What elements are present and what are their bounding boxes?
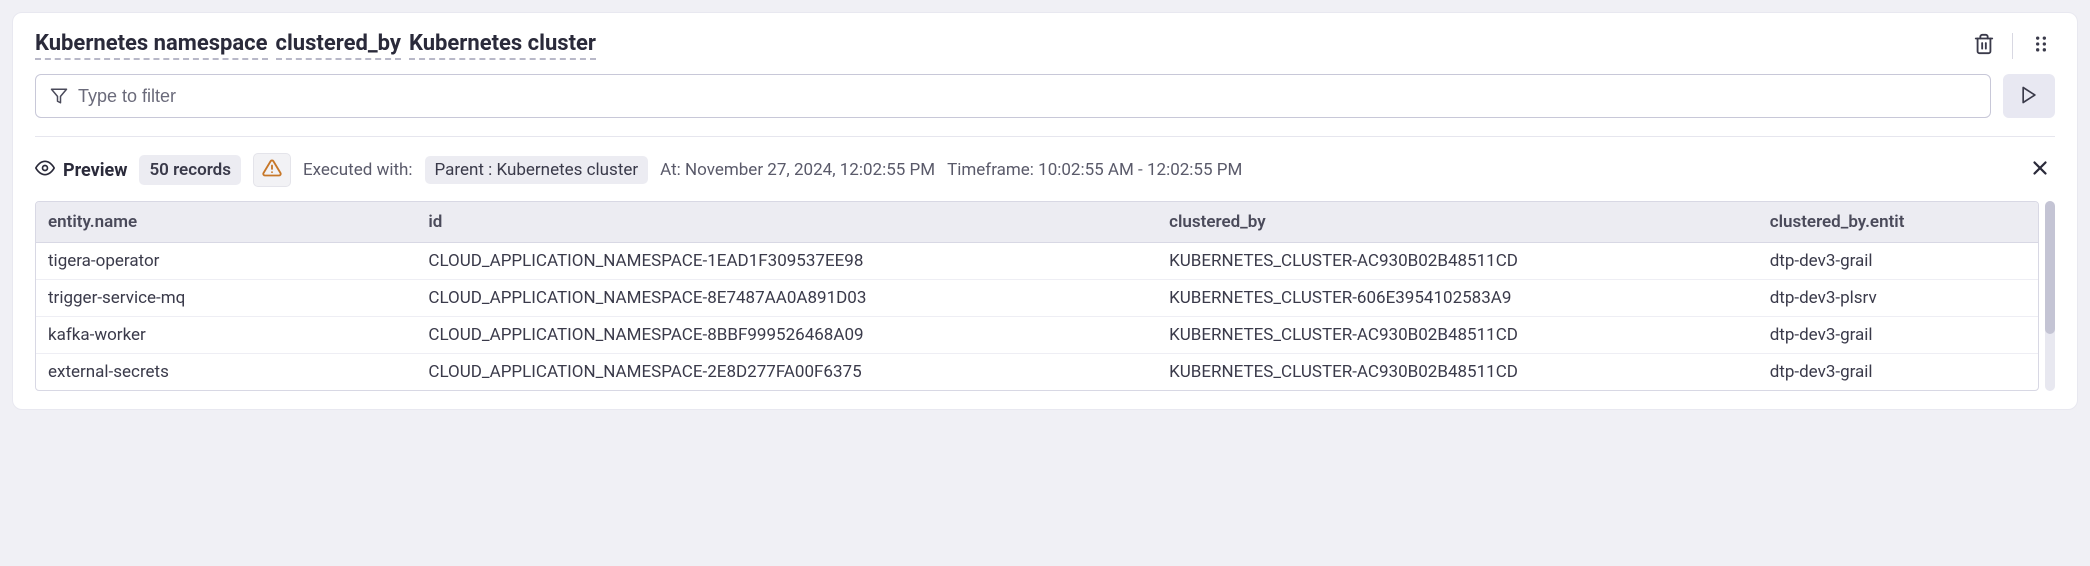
col-header-clustered-by-entity[interactable]: clustered_by.entit bbox=[1758, 202, 2038, 243]
cell-entity: dtp-dev3-grail bbox=[1758, 243, 2038, 280]
col-header-id[interactable]: id bbox=[416, 202, 1157, 243]
cell-id: CLOUD_APPLICATION_NAMESPACE-8E7487AA0A89… bbox=[416, 280, 1157, 317]
table-row[interactable]: external-secrets CLOUD_APPLICATION_NAMES… bbox=[36, 354, 2038, 391]
cell-entity: dtp-dev3-plsrv bbox=[1758, 280, 2038, 317]
preview-label-wrap: Preview bbox=[35, 158, 127, 183]
at-text: At: November 27, 2024, 12:02:55 PM bbox=[660, 160, 935, 180]
cell-entity: dtp-dev3-grail bbox=[1758, 317, 2038, 354]
cell-entity-name: tigera-operator bbox=[36, 243, 416, 280]
eye-icon bbox=[35, 158, 55, 183]
trash-icon bbox=[1973, 33, 1995, 59]
executed-with-label: Executed with: bbox=[303, 160, 413, 180]
col-header-entity-name[interactable]: entity.name bbox=[36, 202, 416, 243]
preview-row: Preview 50 records Executed with: Parent… bbox=[35, 153, 2055, 187]
filter-input-wrap[interactable] bbox=[35, 74, 1991, 118]
cell-entity-name: external-secrets bbox=[36, 354, 416, 391]
more-options-button[interactable] bbox=[2027, 32, 2055, 60]
title-segment-1[interactable]: Kubernetes namespace bbox=[35, 31, 268, 60]
horizontal-divider bbox=[35, 136, 2055, 137]
cell-id: CLOUD_APPLICATION_NAMESPACE-1EAD1F309537… bbox=[416, 243, 1157, 280]
cell-entity-name: trigger-service-mq bbox=[36, 280, 416, 317]
delete-button[interactable] bbox=[1970, 32, 1998, 60]
cell-entity: dtp-dev3-grail bbox=[1758, 354, 2038, 391]
close-preview-button[interactable] bbox=[2025, 153, 2055, 187]
title-segment-3[interactable]: Kubernetes cluster bbox=[409, 31, 596, 60]
results-table: entity.name id clustered_by clustered_by… bbox=[36, 202, 2038, 390]
table-row[interactable]: kafka-worker CLOUD_APPLICATION_NAMESPACE… bbox=[36, 317, 2038, 354]
cell-id: CLOUD_APPLICATION_NAMESPACE-2E8D277FA00F… bbox=[416, 354, 1157, 391]
filter-row bbox=[35, 74, 2055, 118]
cell-clustered-by: KUBERNETES_CLUSTER-606E3954102583A9 bbox=[1157, 280, 1758, 317]
drag-handle-icon bbox=[2031, 34, 2051, 58]
parent-badge[interactable]: Parent : Kubernetes cluster bbox=[425, 156, 649, 184]
cell-entity-name: kafka-worker bbox=[36, 317, 416, 354]
warning-badge[interactable] bbox=[253, 153, 291, 187]
close-icon bbox=[2029, 164, 2051, 183]
cell-id: CLOUD_APPLICATION_NAMESPACE-8BBF99952646… bbox=[416, 317, 1157, 354]
scrollbar-thumb[interactable] bbox=[2045, 201, 2055, 334]
table-header-row: entity.name id clustered_by clustered_by… bbox=[36, 202, 2038, 243]
filter-input[interactable] bbox=[78, 86, 1976, 107]
divider bbox=[2012, 33, 2013, 59]
table-wrap: entity.name id clustered_by clustered_by… bbox=[35, 201, 2055, 391]
filter-icon bbox=[50, 87, 68, 105]
scrollbar-track[interactable] bbox=[2045, 201, 2055, 391]
header-actions bbox=[1970, 32, 2055, 60]
warning-triangle-icon bbox=[262, 158, 282, 182]
table-body: tigera-operator CLOUD_APPLICATION_NAMESP… bbox=[36, 243, 2038, 391]
preview-label: Preview bbox=[63, 160, 127, 181]
records-badge[interactable]: 50 records bbox=[139, 155, 241, 185]
preview-left: Preview 50 records Executed with: Parent… bbox=[35, 153, 1242, 187]
col-header-clustered-by[interactable]: clustered_by bbox=[1157, 202, 1758, 243]
main-panel: Kubernetes namespace clustered_by Kubern… bbox=[12, 12, 2078, 410]
table-container: entity.name id clustered_by clustered_by… bbox=[35, 201, 2039, 391]
cell-clustered-by: KUBERNETES_CLUSTER-AC930B02B48511CD bbox=[1157, 317, 1758, 354]
play-icon bbox=[2019, 85, 2039, 108]
panel-title: Kubernetes namespace clustered_by Kubern… bbox=[35, 31, 596, 60]
cell-clustered-by: KUBERNETES_CLUSTER-AC930B02B48511CD bbox=[1157, 243, 1758, 280]
timeframe-text: Timeframe: 10:02:55 AM - 12:02:55 PM bbox=[947, 160, 1242, 180]
cell-clustered-by: KUBERNETES_CLUSTER-AC930B02B48511CD bbox=[1157, 354, 1758, 391]
title-segment-2[interactable]: clustered_by bbox=[276, 31, 401, 60]
run-button[interactable] bbox=[2003, 74, 2055, 118]
table-row[interactable]: tigera-operator CLOUD_APPLICATION_NAMESP… bbox=[36, 243, 2038, 280]
table-row[interactable]: trigger-service-mq CLOUD_APPLICATION_NAM… bbox=[36, 280, 2038, 317]
header-row: Kubernetes namespace clustered_by Kubern… bbox=[35, 31, 2055, 60]
